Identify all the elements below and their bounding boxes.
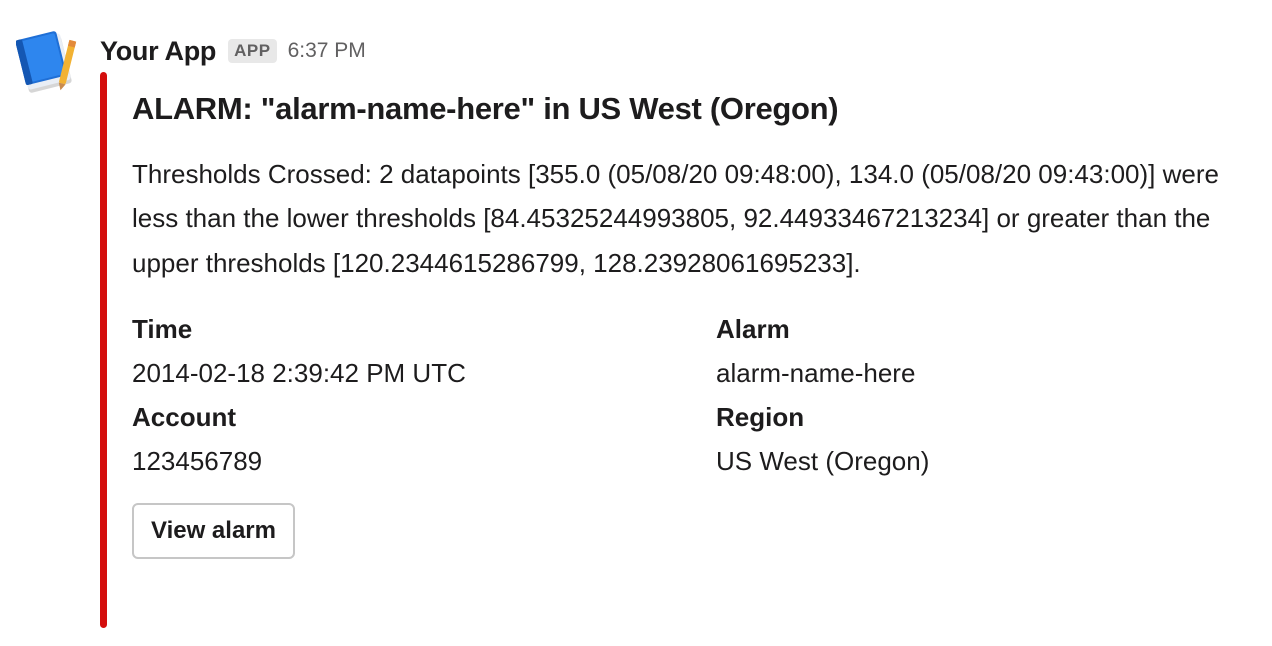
field-value: alarm-name-here xyxy=(716,357,916,388)
field-title: Region xyxy=(716,401,805,432)
field-account: Account 123456789 xyxy=(132,395,692,483)
field-title: Alarm xyxy=(716,313,790,344)
field-title: Account xyxy=(132,401,236,432)
attachment-text: Thresholds Crossed: 2 datapoints [355.0 … xyxy=(132,159,1219,278)
app-avatar[interactable] xyxy=(15,30,80,94)
app-name[interactable]: Your App xyxy=(100,36,216,67)
field-value: US West (Oregon) xyxy=(716,445,930,476)
attachment-color-bar xyxy=(100,72,107,628)
app-badge: APP xyxy=(228,39,277,63)
field-value: 2014-02-18 2:39:42 PM UTC xyxy=(132,357,466,388)
field-region: Region US West (Oregon) xyxy=(716,395,1272,483)
field-value: 123456789 xyxy=(132,445,263,476)
view-alarm-button[interactable]: View alarm xyxy=(132,502,295,559)
field-time: Time 2014-02-18 2:39:42 PM UTC xyxy=(132,307,692,395)
attachment-title: ALARM: "alarm-name-here" in US West (Ore… xyxy=(132,91,839,126)
message-timestamp[interactable]: 6:37 PM xyxy=(288,39,366,63)
attachment-fields: Time 2014-02-18 2:39:42 PM UTC Alarm ala… xyxy=(132,307,1242,483)
slack-message: Your App APP 6:37 PM ALARM: "alarm-name-… xyxy=(0,0,1272,646)
field-alarm: Alarm alarm-name-here xyxy=(716,307,1272,395)
message-header: Your App APP 6:37 PM xyxy=(100,32,366,70)
attachment: ALARM: "alarm-name-here" in US West (Ore… xyxy=(132,86,1242,559)
field-title: Time xyxy=(132,313,193,344)
notebook-icon xyxy=(15,31,77,93)
attachment-actions: View alarm xyxy=(132,502,1242,559)
